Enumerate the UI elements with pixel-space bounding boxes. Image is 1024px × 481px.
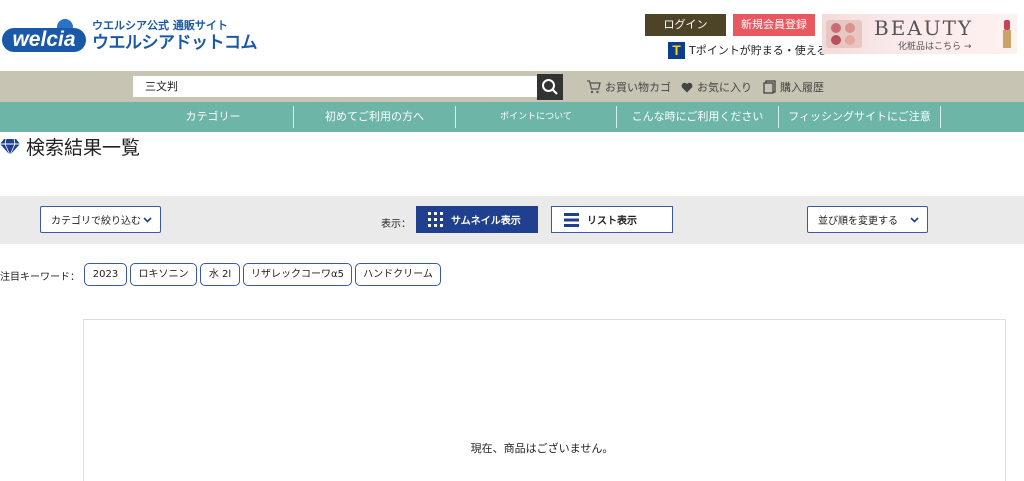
page-title: 検索結果一覧 [0, 134, 141, 159]
heart-icon [681, 82, 693, 92]
display-label: 表示： [381, 219, 411, 230]
nav-item-phishing[interactable]: フィッシングサイトにご注意 [779, 102, 940, 132]
keyword-tag[interactable]: ロキソニン [130, 263, 197, 286]
diamond-icon [0, 138, 20, 156]
keywords-label: 注目キーワード： [0, 272, 80, 283]
grid-icon [428, 212, 443, 227]
logo-title: ウエルシアドットコム [92, 33, 258, 53]
tpoint-info[interactable]: T Tポイントが貯まる・使える [668, 41, 827, 59]
keyword-tag[interactable]: リザレックコーワα5 [243, 263, 352, 286]
favorites-link[interactable]: お気に入り [681, 78, 752, 96]
history-link[interactable]: 購入履歴 [763, 78, 824, 96]
search-button[interactable] [537, 74, 563, 100]
site-logo[interactable]: welcia ウエルシア公式 通販サイト ウエルシアドットコム [0, 14, 258, 58]
sort-label: 並び順を変更する [818, 216, 898, 227]
lipstick-icon [1003, 20, 1011, 48]
sort-select[interactable]: 並び順を変更する [807, 206, 928, 233]
nav-item-first-time[interactable]: 初めてご利用の方へ [294, 102, 455, 132]
tpoint-text: Tポイントが貯まる・使える [689, 44, 828, 57]
page-title-text: 検索結果一覧 [26, 136, 141, 159]
keyword-tag[interactable]: 2023 [84, 263, 127, 286]
history-label: 購入履歴 [780, 81, 824, 94]
cart-label: お買い物カゴ [605, 81, 671, 94]
thumbnail-view-label: サムネイル表示 [451, 216, 521, 227]
keyword-tag[interactable]: 水 2l [200, 263, 240, 286]
history-icon [763, 80, 776, 94]
logo-wordmark: welcia [2, 28, 86, 52]
keyword-tag[interactable]: ハンドクリーム [355, 263, 441, 286]
list-icon [564, 212, 579, 227]
logo-subtitle: ウエルシア公式 通販サイト [92, 19, 228, 32]
favorites-label: お気に入り [697, 81, 752, 94]
list-view-label: リスト表示 [587, 216, 637, 227]
beauty-subtitle: 化粧品はこちら → [898, 42, 972, 52]
cart-link[interactable]: お買い物カゴ [586, 78, 671, 96]
thumbnail-view-button[interactable]: サムネイル表示 [416, 206, 538, 233]
makeup-palette-icon [826, 20, 862, 48]
empty-results-message: 現在、商品はございません。 [467, 440, 617, 458]
logo-text: ウエルシア公式 通販サイト ウエルシアドットコム [92, 19, 258, 53]
beauty-banner[interactable]: BEAUTY 化粧品はこちら → [822, 14, 1017, 54]
main-nav: カテゴリー 初めてご利用の方へ ポイントについて こんな時にご利用ください フィ… [0, 102, 1024, 132]
beauty-title: BEAUTY [874, 16, 974, 40]
search-input[interactable] [133, 76, 537, 97]
nav-item-points[interactable]: ポイントについて [456, 102, 616, 132]
nav-item-usage[interactable]: こんな時にご利用ください [617, 102, 778, 132]
nav-divider [940, 106, 941, 128]
chevron-down-icon [910, 216, 919, 223]
category-filter-select[interactable]: カテゴリで絞り込む [40, 206, 161, 233]
tpoint-icon: T [668, 41, 685, 59]
login-button[interactable]: ログイン [645, 14, 726, 36]
site-header: welcia ウエルシア公式 通販サイト ウエルシアドットコム ログイン 新規会… [0, 0, 1024, 70]
welcia-logo-badge: welcia [0, 14, 88, 58]
cart-icon [587, 80, 601, 94]
category-filter-label: カテゴリで絞り込む [51, 216, 141, 227]
search-icon [542, 79, 558, 95]
list-view-button[interactable]: リスト表示 [551, 206, 673, 233]
register-button[interactable]: 新規会員登録 [733, 14, 815, 36]
chevron-down-icon [143, 216, 152, 223]
nav-item-category[interactable]: カテゴリー [133, 102, 293, 132]
